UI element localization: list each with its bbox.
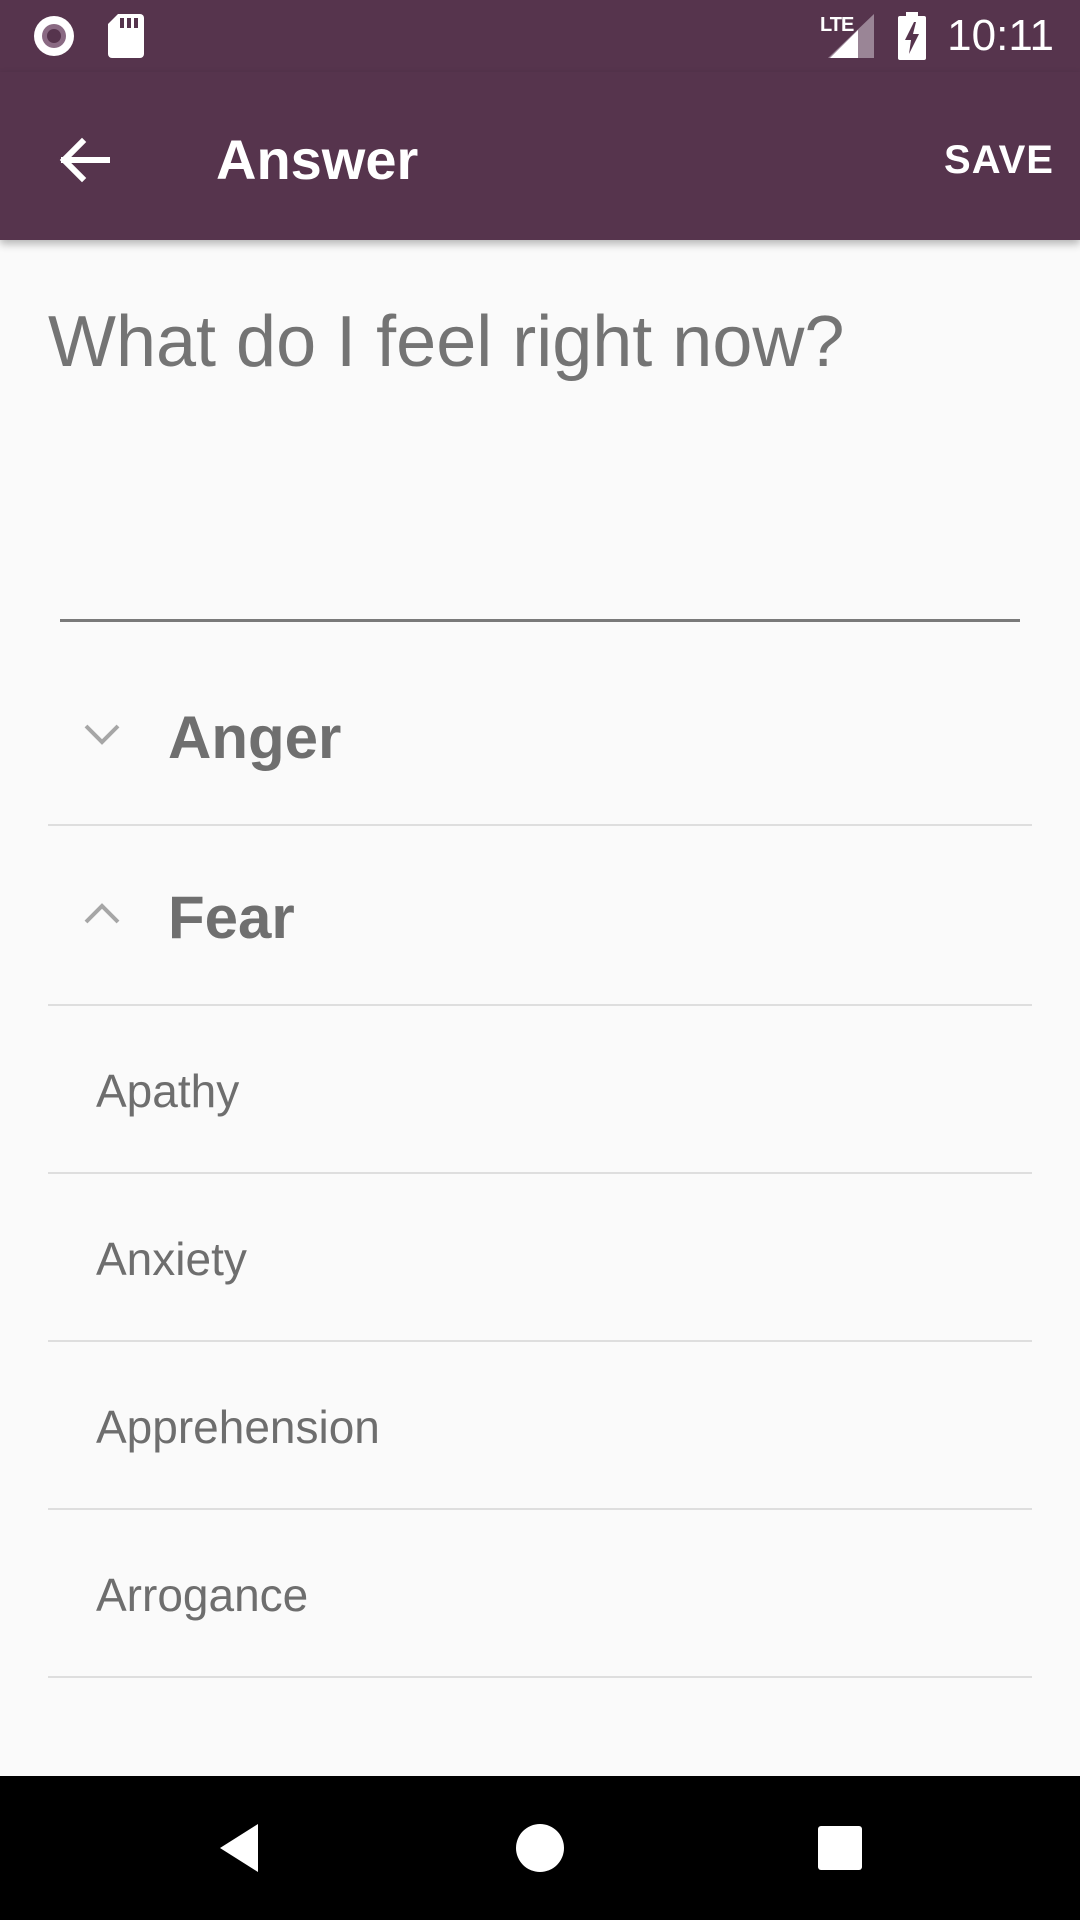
group-header-fear[interactable]: Fear: [48, 828, 1032, 1006]
list-item-label: Arrogance: [96, 1569, 309, 1621]
save-button[interactable]: SAVE: [944, 128, 1054, 192]
battery-charging-icon: [898, 12, 926, 60]
group-label: Anger: [168, 704, 342, 771]
lte-signal-icon: [828, 14, 874, 58]
list-item-label: Anxiety: [96, 1233, 247, 1285]
chevron-up-icon: [84, 903, 120, 924]
answer-input[interactable]: [60, 440, 1020, 622]
recents-square-icon: [818, 1826, 862, 1870]
status-bar: LTE 10:11: [0, 0, 1080, 72]
record-icon: [34, 16, 74, 56]
chevron-down-icon: [84, 724, 120, 745]
app-bar: Answer SAVE: [0, 72, 1080, 240]
page-title: Answer: [216, 128, 419, 191]
question-text: What do I feel right now?: [48, 302, 845, 382]
arrow-back-icon: [59, 137, 110, 183]
list-item-label: Apathy: [96, 1065, 240, 1117]
back-button[interactable]: [36, 112, 132, 208]
list-item-arrogance[interactable]: Arrogance: [48, 1510, 1032, 1678]
group-label: Fear: [168, 884, 295, 951]
list-item-label: Apprehension: [96, 1401, 380, 1453]
status-time: 10:11: [947, 11, 1054, 60]
navigation-bar: [0, 1776, 1080, 1920]
back-triangle-icon: [220, 1824, 258, 1872]
nav-home-button[interactable]: [492, 1800, 588, 1896]
group-header-anger[interactable]: Anger: [48, 648, 1032, 826]
home-circle-icon: [516, 1824, 564, 1872]
nav-recents-button[interactable]: [792, 1800, 888, 1896]
nav-back-button[interactable]: [192, 1800, 288, 1896]
list-item-apathy[interactable]: Apathy: [48, 1006, 1032, 1174]
sd-card-icon: [108, 14, 144, 58]
list-item-apprehension[interactable]: Apprehension: [48, 1342, 1032, 1510]
list-item-anxiety[interactable]: Anxiety: [48, 1174, 1032, 1342]
